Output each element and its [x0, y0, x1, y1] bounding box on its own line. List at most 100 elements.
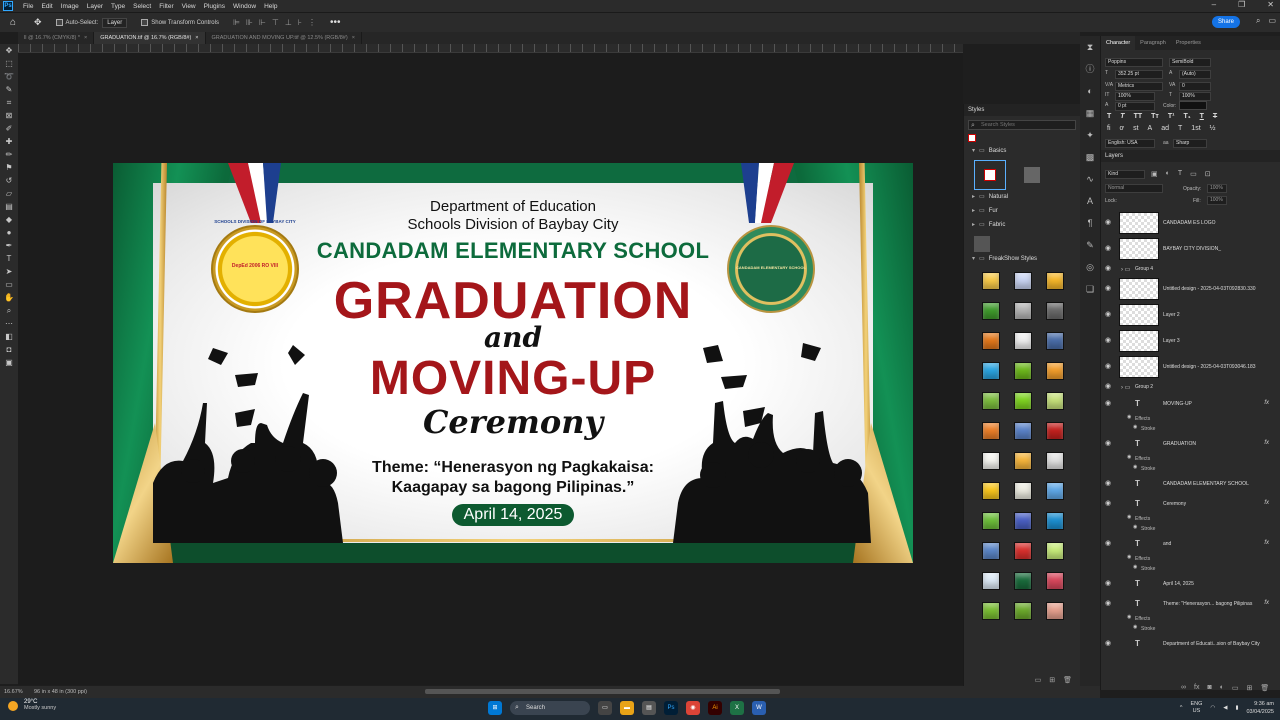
- style-swatch[interactable]: [1014, 542, 1032, 560]
- vertical-scale-input[interactable]: 100%: [1115, 92, 1155, 101]
- ligature-icon[interactable]: fi: [1107, 125, 1111, 132]
- adjustment-layer-icon[interactable]: ◐: [1220, 684, 1224, 692]
- layer-row[interactable]: ◉ CANDADAM ES LOGO: [1101, 210, 1280, 236]
- filter-adjust-icon[interactable]: ◐: [1166, 170, 1170, 178]
- auto-select-dropdown[interactable]: Layer: [102, 17, 128, 28]
- eye-icon[interactable]: ◉: [1105, 218, 1111, 226]
- layer-row[interactable]: ◉ Tand fx: [1101, 534, 1280, 554]
- style-swatch-default[interactable]: [1016, 160, 1048, 190]
- eye-icon[interactable]: ◉: [1127, 454, 1131, 460]
- menu-filter[interactable]: Filter: [155, 3, 177, 10]
- eye-icon[interactable]: ◉: [1105, 362, 1111, 370]
- menu-window[interactable]: Window: [229, 3, 260, 10]
- move-tool-icon[interactable]: ✥: [34, 17, 42, 28]
- style-swatch[interactable]: [982, 452, 1000, 470]
- layer-filter-kind[interactable]: Kind: [1105, 170, 1145, 179]
- screen-mode-icon[interactable]: ▣: [0, 356, 18, 369]
- style-swatch[interactable]: [1046, 572, 1064, 590]
- style-swatch[interactable]: [982, 482, 1000, 500]
- style-swatch[interactable]: [1014, 272, 1032, 290]
- style-swatch[interactable]: [1046, 452, 1064, 470]
- layer-row[interactable]: ◉ T Theme: "Henerasyon... bagong Pilipinas…: [1101, 594, 1280, 614]
- style-swatch[interactable]: [1014, 392, 1032, 410]
- adjustments-icon[interactable]: ◐: [1080, 80, 1100, 102]
- close-icon[interactable]: ×: [195, 35, 198, 41]
- stroke-effect-row[interactable]: ◉ Stroke: [1101, 464, 1280, 474]
- font-family-select[interactable]: Poppins: [1105, 58, 1163, 67]
- taskbar-search[interactable]: ⌕ Search: [510, 701, 590, 715]
- character-icon[interactable]: A: [1080, 190, 1100, 212]
- terminal-icon[interactable]: ▤: [642, 701, 656, 715]
- show-transform-checkbox[interactable]: Show Transform Controls: [141, 19, 219, 26]
- faux-italic-icon[interactable]: T: [1120, 113, 1124, 120]
- style-swatch[interactable]: [982, 602, 1000, 620]
- folder-fur[interactable]: ▸ ▭ Fur: [964, 204, 1080, 218]
- distribute-icon[interactable]: ⋮: [308, 18, 316, 27]
- layers-icon[interactable]: ❏: [1080, 278, 1100, 300]
- folder-fabric[interactable]: ▸ ▭ Fabric: [964, 218, 1080, 232]
- style-swatch[interactable]: [982, 572, 1000, 590]
- styles-icon[interactable]: ✦: [1080, 124, 1100, 146]
- style-swatch[interactable]: [1014, 362, 1032, 380]
- task-view-icon[interactable]: ▭: [598, 701, 612, 715]
- eye-icon[interactable]: ◉: [1133, 464, 1137, 470]
- style-swatch[interactable]: [1014, 422, 1032, 440]
- tab-character[interactable]: Character: [1101, 36, 1136, 50]
- horizontal-scrollbar[interactable]: [425, 689, 780, 694]
- crop-tool-icon[interactable]: ⌗: [0, 96, 18, 109]
- fx-icon[interactable]: fx: [1264, 540, 1269, 546]
- home-icon[interactable]: ⌂: [6, 16, 20, 30]
- style-swatch[interactable]: [982, 542, 1000, 560]
- stamp-tool-icon[interactable]: ⚑: [0, 161, 18, 174]
- style-swatch-none[interactable]: [974, 160, 1006, 190]
- eye-icon[interactable]: ◉: [1105, 284, 1111, 292]
- eye-icon[interactable]: ◉: [1105, 336, 1111, 344]
- style-swatch[interactable]: [1014, 482, 1032, 500]
- layer-row[interactable]: ◉ T Ceremony fx: [1101, 494, 1280, 514]
- style-swatch[interactable]: [982, 512, 1000, 530]
- color-swatches-icon[interactable]: ◧: [0, 330, 18, 343]
- style-swatch[interactable]: [982, 392, 1000, 410]
- tab-document-3[interactable]: GRADUATION AND MOVING UP.tif @ 12.5% (RG…: [206, 32, 362, 44]
- fx-icon[interactable]: fx: [1194, 684, 1199, 692]
- style-swatch[interactable]: [1046, 332, 1064, 350]
- healing-brush-icon[interactable]: ✚: [0, 135, 18, 148]
- move-tool-icon[interactable]: ✥: [0, 44, 18, 57]
- style-swatch[interactable]: [1046, 302, 1064, 320]
- styles-search-input[interactable]: ⌕ Search Styles: [968, 120, 1076, 130]
- fx-icon[interactable]: fx: [1264, 440, 1269, 446]
- style-swatch[interactable]: [1046, 482, 1064, 500]
- style-swatch[interactable]: [982, 422, 1000, 440]
- frame-tool-icon[interactable]: ⊠: [0, 109, 18, 122]
- fill-input[interactable]: 100%: [1207, 196, 1227, 205]
- align-middle-icon[interactable]: ⊥: [285, 18, 292, 27]
- eye-icon[interactable]: ◉: [1127, 614, 1131, 620]
- rectangle-tool-icon[interactable]: ▭: [0, 278, 18, 291]
- eye-icon[interactable]: ◉: [1127, 414, 1131, 420]
- channels-icon[interactable]: ◎: [1080, 256, 1100, 278]
- old-style-icon[interactable]: ơ: [1120, 125, 1125, 132]
- auto-select-checkbox[interactable]: Auto-Select:: [55, 19, 98, 26]
- wifi-icon[interactable]: ◠: [1210, 705, 1215, 711]
- folder-basics[interactable]: ▾ ▭ Basics: [964, 144, 1080, 158]
- close-icon[interactable]: ×: [352, 35, 355, 41]
- hand-tool-icon[interactable]: ✋: [0, 291, 18, 304]
- fx-icon[interactable]: fx: [1264, 600, 1269, 606]
- maximize-icon[interactable]: ❐: [1238, 0, 1245, 9]
- eye-icon[interactable]: ◉: [1105, 399, 1111, 407]
- superscript-icon[interactable]: T¹: [1168, 113, 1175, 120]
- marquee-tool-icon[interactable]: ⬚: [0, 57, 18, 70]
- chrome-icon[interactable]: ◉: [686, 701, 700, 715]
- baseline-input[interactable]: 0 pt: [1115, 102, 1155, 111]
- menu-view[interactable]: View: [178, 3, 200, 10]
- tracking-input[interactable]: 0: [1179, 82, 1211, 91]
- tray-chevron-icon[interactable]: ^: [1180, 705, 1183, 711]
- paragraph-icon[interactable]: ¶: [1080, 212, 1100, 234]
- effects-row[interactable]: ◉ Effects: [1101, 614, 1280, 624]
- eye-icon[interactable]: ◉: [1133, 524, 1137, 530]
- workspace-icon[interactable]: ▭: [1268, 16, 1276, 26]
- stroke-effect-row[interactable]: ◉ Stroke: [1101, 524, 1280, 534]
- tab-properties[interactable]: Properties: [1171, 36, 1206, 50]
- titling-icon[interactable]: ad: [1161, 125, 1169, 132]
- style-swatch[interactable]: [1014, 602, 1032, 620]
